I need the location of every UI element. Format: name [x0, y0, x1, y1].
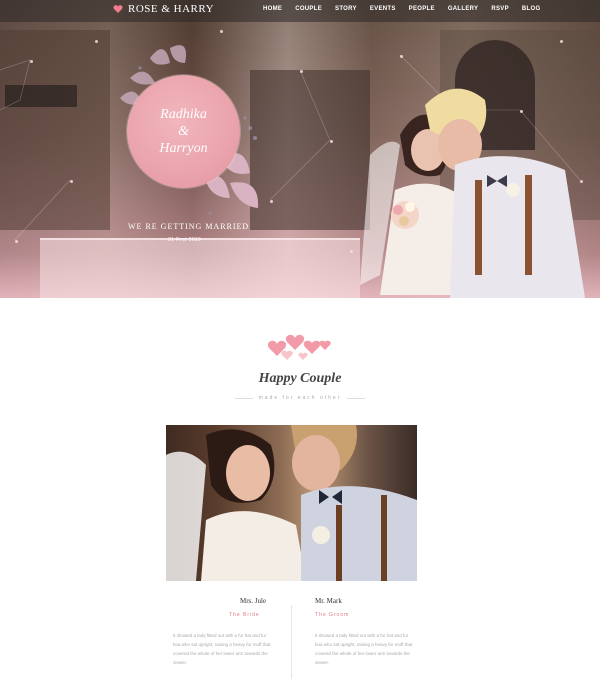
ampersand: & [178, 124, 189, 139]
nav-blog[interactable]: BLOG [522, 6, 541, 12]
groom-role: The Groom [315, 612, 350, 618]
top-navigation: ROSE & HARRY HOME COUPLE STORY EVENTS PE… [0, 0, 600, 22]
bride-description: It showed a lady fitted out with a fur h… [173, 633, 271, 665]
divider [347, 397, 365, 399]
nav-rsvp[interactable]: RSVP [491, 6, 509, 12]
nav-gallery[interactable]: GALLERY [448, 6, 479, 12]
couple-photo [166, 425, 417, 581]
couple-photo-illustration [166, 425, 417, 581]
brand-name: ROSE & HARRY [128, 3, 215, 15]
hearts-cluster-icon [267, 334, 331, 360]
hero-tagline: WE RE GETTING MARRIED [128, 222, 250, 231]
bride-role: The Bride [229, 612, 260, 618]
brand-logo[interactable]: ROSE & HARRY [113, 3, 214, 15]
section-subtitle: made for each other [258, 395, 342, 401]
groom-profile: Mr. Mark The Groom It showed a lady fitt… [315, 597, 415, 667]
nav-couple[interactable]: COUPLE [295, 6, 322, 12]
nav-home[interactable]: HOME [263, 6, 282, 12]
groom-hero-name: Harryon [159, 141, 208, 156]
heart-icon [113, 5, 123, 13]
section-title: Happy Couple [258, 371, 342, 386]
bride-profile: Mrs. Jule The Bride It showed a lady fit… [173, 597, 273, 667]
section-subtitle-row: made for each other [235, 395, 365, 401]
main-menu: HOME COUPLE STORY EVENTS PEOPLE GALLERY … [263, 6, 553, 12]
nav-people[interactable]: PEOPLE [409, 6, 435, 12]
column-divider [291, 605, 292, 679]
hero-banner: Radhika & Harryon WE RE GETTING MARRIED … [0, 0, 600, 298]
constellation-lines [0, 54, 581, 241]
couple-names-badge: Radhika & Harryon [127, 75, 240, 188]
nav-story[interactable]: STORY [335, 6, 357, 12]
divider [235, 397, 253, 399]
groom-name: Mr. Mark [315, 597, 342, 605]
bride-name: Mrs. Jule [240, 597, 267, 605]
wedding-date: 31 First 2019 [168, 237, 202, 243]
groom-description: It showed a lady fitted out with a fur h… [315, 633, 413, 665]
nav-events[interactable]: EVENTS [370, 6, 396, 12]
bride-hero-name: Radhika [160, 107, 207, 122]
